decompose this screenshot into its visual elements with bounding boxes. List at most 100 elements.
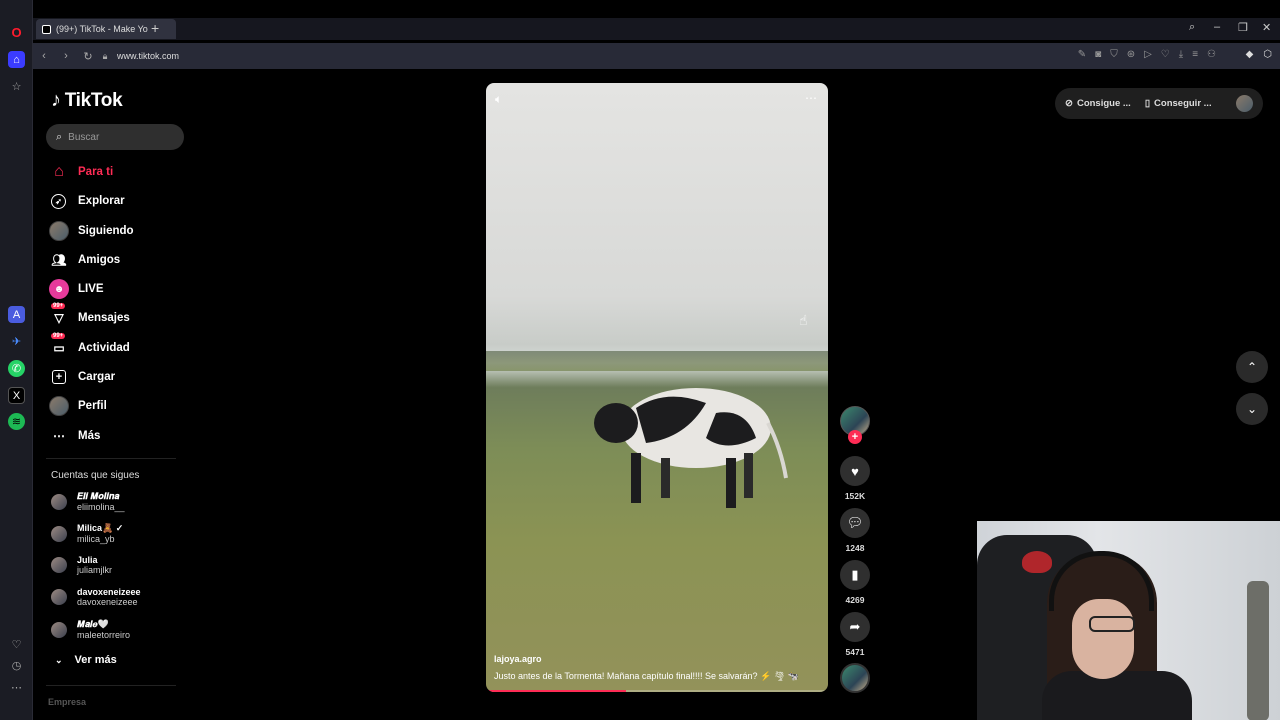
search-box[interactable]: ⌕ — [46, 124, 184, 150]
video-player[interactable]: 🔈︎ ⋯ ☝︎ lajoya.agro Justo antes de la To… — [486, 83, 828, 692]
save-action[interactable]: ▮ 4269 — [840, 560, 870, 605]
home-icon: ⌂ — [54, 163, 64, 180]
reload-button[interactable]: ↻ — [77, 50, 99, 63]
chair-logo — [1022, 551, 1052, 573]
following-account[interactable]: Milica🧸 ✓ milica_yb — [51, 523, 123, 544]
like-action[interactable]: ♥ 152K — [840, 456, 870, 501]
account-handle: milica_yb — [77, 534, 115, 544]
account-handle: maleetorreiro — [77, 630, 131, 640]
comment-icon[interactable]: 💬︎ — [840, 508, 870, 538]
maximize-button[interactable]: ❐ — [1238, 21, 1248, 34]
nav-amigos[interactable]: 👥︎ Amigos — [49, 249, 120, 271]
star-icon[interactable]: ☆ — [8, 78, 25, 95]
share-count: 5471 — [845, 647, 865, 657]
live-icon: ☻ — [49, 279, 69, 299]
forward-button[interactable]: › — [55, 50, 77, 62]
following-account[interactable]: 𝑬𝒍𝒊 𝑴𝒐𝒍𝒊𝒏𝒂 eliimolina__ — [51, 491, 125, 512]
play-icon[interactable]: ▷ — [1144, 49, 1152, 60]
account-display-name: 𝑬𝒍𝒊 𝑴𝒐𝒍𝒊𝒏𝒂 — [77, 491, 120, 501]
x-icon[interactable]: X — [8, 387, 25, 404]
footer-link[interactable]: Empresa — [48, 697, 86, 707]
account-icon[interactable]: ⚇ — [1207, 49, 1216, 60]
opera-logo-icon[interactable]: O — [8, 24, 25, 41]
video-caption: Justo antes de la Tormenta! Mañana capít… — [494, 671, 799, 681]
nav-label: Cargar — [78, 371, 116, 383]
close-window-button[interactable]: ✕ — [1262, 21, 1271, 34]
nav-perfil[interactable]: Perfil — [49, 395, 107, 417]
share-icon[interactable]: ➦ — [840, 612, 870, 642]
home-icon[interactable]: ⌂ — [8, 51, 25, 68]
aria-icon[interactable]: A — [8, 306, 25, 323]
account-handle: juliamjlkr — [77, 565, 113, 575]
heart-icon[interactable]: ♡ — [8, 636, 25, 653]
vpn-icon[interactable]: ⊛ — [1127, 49, 1135, 60]
cube-icon[interactable]: ⬡ — [1263, 49, 1272, 60]
nav-cargar[interactable]: + Cargar — [49, 366, 115, 388]
video-username[interactable]: lajoya.agro — [494, 654, 542, 664]
compass-icon: ➶ — [51, 193, 66, 209]
search-input[interactable] — [68, 131, 169, 143]
url-field[interactable]: www.tiktok.com — [117, 51, 179, 61]
following-account[interactable]: 𝑴𝒂𝒍𝒆🤍 maleetorreiro — [51, 619, 130, 640]
user-avatar[interactable] — [1236, 95, 1253, 112]
new-tab-button[interactable]: + — [151, 20, 159, 36]
account-handle: davoxeneizeee — [77, 597, 138, 607]
video-progress-bar[interactable] — [486, 690, 828, 692]
edit-icon[interactable]: ✎ — [1078, 49, 1086, 60]
tiktok-logo[interactable]: ♪ TikTok — [51, 89, 123, 112]
search-tabs-icon[interactable]: ⌕ — [1189, 21, 1195, 34]
nav-actividad[interactable]: ▭ 99+ Actividad — [49, 333, 130, 359]
account-display-name: Milica🧸 ✓ — [77, 523, 124, 533]
following-account[interactable]: davoxeneizeee davoxeneizeee — [51, 587, 141, 607]
previous-video-button[interactable]: ⌃ — [1236, 351, 1268, 383]
back-button[interactable]: ‹ — [33, 50, 55, 62]
minimize-button[interactable]: – — [1214, 21, 1220, 33]
progress-fill — [486, 690, 627, 692]
next-video-button[interactable]: ⌄ — [1236, 393, 1268, 425]
comment-action[interactable]: 💬︎ 1248 — [840, 508, 870, 553]
search-icon: ⌕ — [56, 130, 63, 143]
spotify-icon[interactable]: ≋ — [8, 413, 25, 430]
volume-icon[interactable]: 🔈︎ — [495, 92, 502, 107]
more-icon: ⋯ — [53, 429, 65, 443]
webcam-overlay — [977, 521, 1280, 720]
streamer-face — [1072, 599, 1134, 679]
shield-icon[interactable]: ⛉ — [1110, 49, 1118, 60]
lock-icon: 🔒︎ — [102, 50, 108, 61]
share-action[interactable]: ➦ 5471 — [840, 612, 870, 657]
chevron-down-icon: ⌄ — [55, 654, 63, 665]
nav-mensajes[interactable]: ▽ 99+ Mensajes — [49, 303, 130, 329]
nav-live[interactable]: ☻ LIVE — [49, 278, 104, 300]
friends-icon: 👥︎ — [51, 253, 67, 267]
camera-icon[interactable]: ◙ — [1095, 49, 1101, 60]
streamer-shirt — [1042, 671, 1192, 720]
history-icon[interactable]: ◷ — [8, 657, 25, 674]
nav-explorar[interactable]: ➶ Explorar — [49, 190, 125, 212]
phone-icon: ▯ — [1144, 98, 1151, 109]
tab-title: (99+) TikTok - Make Yo — [56, 24, 148, 34]
message-badge: 99+ — [51, 303, 66, 309]
nav-mas[interactable]: ⋯ Más — [49, 425, 100, 447]
nav-label: Para ti — [78, 166, 114, 178]
music-disc-avatar[interactable] — [840, 663, 870, 693]
more-options-icon[interactable]: ⋯ — [805, 91, 818, 105]
heart-icon[interactable]: ♥ — [840, 456, 870, 486]
menu-icon[interactable]: ≡ — [1192, 49, 1198, 60]
messenger-icon[interactable]: ✈ — [8, 333, 25, 350]
more-icon[interactable]: ⋯ — [8, 679, 25, 696]
nav-label: Actividad — [78, 342, 130, 354]
extension-icon[interactable]: ◆ — [1246, 49, 1254, 60]
nav-siguiendo[interactable]: Siguiendo — [49, 220, 134, 242]
get-app-button[interactable]: ▯ Conseguir ... — [1145, 98, 1212, 109]
nav-para-ti[interactable]: ⌂ Para ti — [49, 161, 113, 183]
get-coins-button[interactable]: ⊘ Consigue ... — [1065, 98, 1131, 109]
follow-button[interactable]: + — [848, 430, 862, 444]
see-more-label: Ver más — [74, 654, 117, 666]
see-more-button[interactable]: ⌄ Ver más — [55, 654, 117, 666]
following-account[interactable]: Julia juliamjlkr — [51, 555, 112, 575]
nav-label: Amigos — [78, 254, 121, 266]
download-icon[interactable]: ⤓ — [1179, 49, 1183, 60]
whatsapp-icon[interactable]: ✆ — [8, 360, 25, 377]
bookmark-icon[interactable]: ▮ — [840, 560, 870, 590]
heart-icon[interactable]: ♡ — [1161, 49, 1170, 60]
